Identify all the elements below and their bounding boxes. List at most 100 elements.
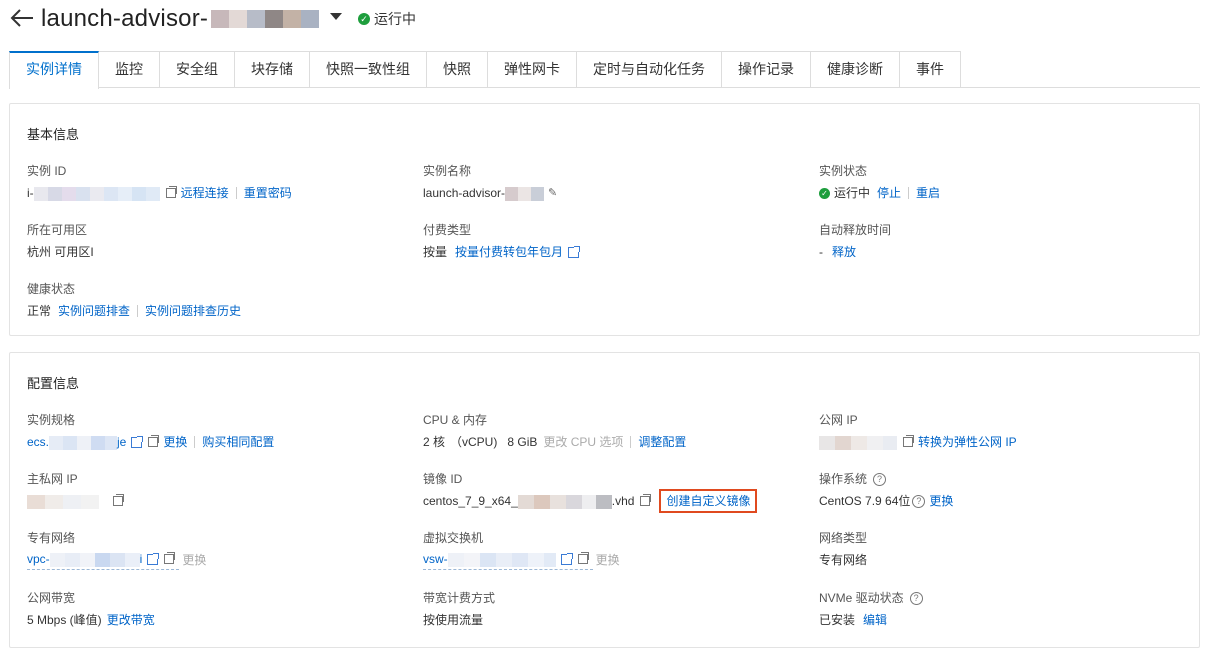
buy-same-config-link[interactable]: 购买相同配置	[202, 433, 274, 451]
nvme-status-field: NVMe 驱动状态 ? 已安装 编辑	[819, 590, 923, 629]
spec-value[interactable]: ecs.	[27, 433, 49, 451]
change-bandwidth-link[interactable]: 更改带宽	[107, 611, 155, 629]
field-label: 主私网 IP	[27, 472, 78, 486]
redacted-name-mosaic	[505, 184, 545, 202]
copy-icon[interactable]	[165, 186, 177, 198]
tab-snapshot-consistency-groups[interactable]: 快照一致性组	[309, 51, 427, 87]
help-question-icon[interactable]: ?	[912, 494, 926, 508]
instance-name-field: 实例名称 launch-advisor- ✎	[423, 163, 561, 202]
os-field: 操作系统 ? CentOS 7.9 64位 ? 更换	[819, 471, 953, 510]
restart-link[interactable]: 重启	[916, 184, 940, 202]
redacted-vpc-mosaic	[49, 550, 140, 568]
reset-password-link[interactable]: 重置密码	[244, 184, 292, 202]
status-text: 运行中	[374, 11, 416, 27]
redacted-spec-mosaic	[49, 433, 118, 451]
basic-info-card: 基本信息 实例 ID i- 远程连接 重置密码 实例名称 launch-advi…	[9, 103, 1200, 336]
vswitch-value[interactable]: vsw-	[423, 550, 448, 568]
copy-icon[interactable]	[577, 552, 589, 564]
divider	[137, 305, 139, 317]
billing-value: 按量	[423, 245, 448, 259]
redacted-name-mosaic	[211, 10, 319, 28]
config-info-card: 配置信息 实例规格 ecs. je 更换 购买相同配置 CPU & 内存 2 核…	[9, 352, 1200, 648]
vpc-value[interactable]: vpc-	[27, 550, 50, 568]
instance-spec-field: 实例规格 ecs. je 更换 购买相同配置	[27, 412, 274, 451]
field-label: 操作系统	[819, 472, 868, 486]
field-label: 健康状态	[27, 282, 76, 296]
external-link-icon[interactable]	[131, 435, 144, 448]
edit-nvme-link[interactable]: 编辑	[863, 611, 887, 629]
tab-elastic-nic[interactable]: 弹性网卡	[487, 51, 577, 87]
field-label: 实例 ID	[27, 164, 67, 178]
zone-field: 所在可用区 杭州 可用区I	[27, 222, 94, 261]
create-custom-image-link[interactable]: 创建自定义镜像	[659, 489, 758, 513]
public-ip-field: 公网 IP 转换为弹性公网 IP	[819, 412, 1017, 451]
tab-instance-details[interactable]: 实例详情	[9, 51, 99, 89]
tab-snapshots[interactable]: 快照	[426, 51, 488, 87]
help-question-icon[interactable]: ?	[909, 591, 923, 605]
instance-status-field: 实例状态 ✓ 运行中 停止 重启	[819, 163, 940, 202]
copy-icon[interactable]	[640, 494, 652, 506]
status-value: 运行中	[834, 186, 871, 200]
copy-icon[interactable]	[903, 435, 914, 447]
field-label: 实例规格	[27, 413, 76, 427]
section-title: 基本信息	[27, 127, 80, 142]
health-value: 正常	[27, 304, 52, 318]
stop-link[interactable]: 停止	[877, 184, 901, 202]
redacted-ip-mosaic	[819, 433, 897, 451]
vpc-suffix[interactable]: i	[140, 550, 143, 568]
change-os-link[interactable]: 更换	[929, 492, 953, 510]
instance-switch-dropdown-icon[interactable]	[330, 13, 342, 20]
spec-suffix[interactable]: je	[117, 433, 126, 451]
external-link-icon[interactable]	[147, 552, 160, 565]
edit-pencil-icon[interactable]: ✎	[548, 184, 557, 202]
tab-events[interactable]: 事件	[899, 51, 961, 87]
zone-value: 杭州 可用区I	[27, 245, 94, 259]
check-circle-icon: ✓	[358, 13, 370, 25]
copy-icon[interactable]	[164, 552, 176, 564]
field-label: 实例状态	[819, 164, 868, 178]
change-vpc-disabled: 更换	[182, 553, 207, 567]
change-spec-link[interactable]: 更换	[163, 433, 187, 451]
release-link[interactable]: 释放	[832, 243, 856, 261]
field-label: 公网带宽	[27, 591, 76, 605]
cpu-memory-field: CPU & 内存 2 核 （vCPU) 8 GiB 更改 CPU 选项 调整配置	[423, 412, 686, 451]
health-status-field: 健康状态 正常 实例问题排查 实例问题排查历史	[27, 281, 241, 320]
instance-id-field: 实例 ID i- 远程连接 重置密码	[27, 163, 292, 202]
field-label: 实例名称	[423, 164, 472, 178]
tab-security-groups[interactable]: 安全组	[159, 51, 235, 87]
tab-health-diagnosis[interactable]: 健康诊断	[810, 51, 900, 87]
remote-connect-link[interactable]: 远程连接	[181, 184, 229, 202]
vcpu-label: （vCPU)	[450, 435, 498, 449]
field-label: 网络类型	[819, 531, 868, 545]
private-ip-field: 主私网 IP	[27, 471, 128, 510]
change-cpu-options-disabled: 更改 CPU 选项	[543, 435, 624, 449]
convert-subscription-link[interactable]: 按量付费转包年包月	[455, 243, 563, 261]
bandwidth-billing-field: 带宽计费方式 按使用流量	[423, 590, 495, 629]
field-label: 公网 IP	[819, 413, 858, 427]
divider	[908, 187, 910, 199]
field-label: 镜像 ID	[423, 472, 463, 486]
tab-operation-logs[interactable]: 操作记录	[721, 51, 811, 87]
field-label: 付费类型	[423, 223, 472, 237]
adjust-config-link[interactable]: 调整配置	[638, 433, 686, 451]
tab-block-storage[interactable]: 块存储	[234, 51, 310, 87]
tab-monitoring[interactable]: 监控	[98, 51, 160, 87]
troubleshoot-link[interactable]: 实例问题排查	[58, 302, 130, 320]
divider	[630, 436, 632, 448]
external-link-icon[interactable]	[560, 552, 573, 565]
copy-icon[interactable]	[148, 435, 160, 447]
status-badge: ✓ 运行中	[358, 9, 416, 29]
arrow-left-icon[interactable]	[9, 7, 35, 29]
convert-eip-link[interactable]: 转换为弹性公网 IP	[918, 433, 1017, 451]
external-link-icon[interactable]	[568, 245, 581, 258]
redacted-ip-mosaic	[27, 492, 99, 510]
nvme-value: 已安装	[819, 613, 856, 627]
network-type-value: 专有网络	[819, 553, 868, 567]
page-title: launch-advisor-	[41, 5, 209, 32]
troubleshoot-history-link[interactable]: 实例问题排查历史	[145, 302, 241, 320]
copy-icon[interactable]	[113, 494, 124, 506]
image-id-suffix: .vhd	[611, 494, 635, 508]
vswitch-field: 虚拟交换机 vsw- 更换	[423, 530, 620, 570]
help-question-icon[interactable]: ?	[873, 472, 887, 486]
tab-scheduled-tasks[interactable]: 定时与自动化任务	[576, 51, 722, 87]
